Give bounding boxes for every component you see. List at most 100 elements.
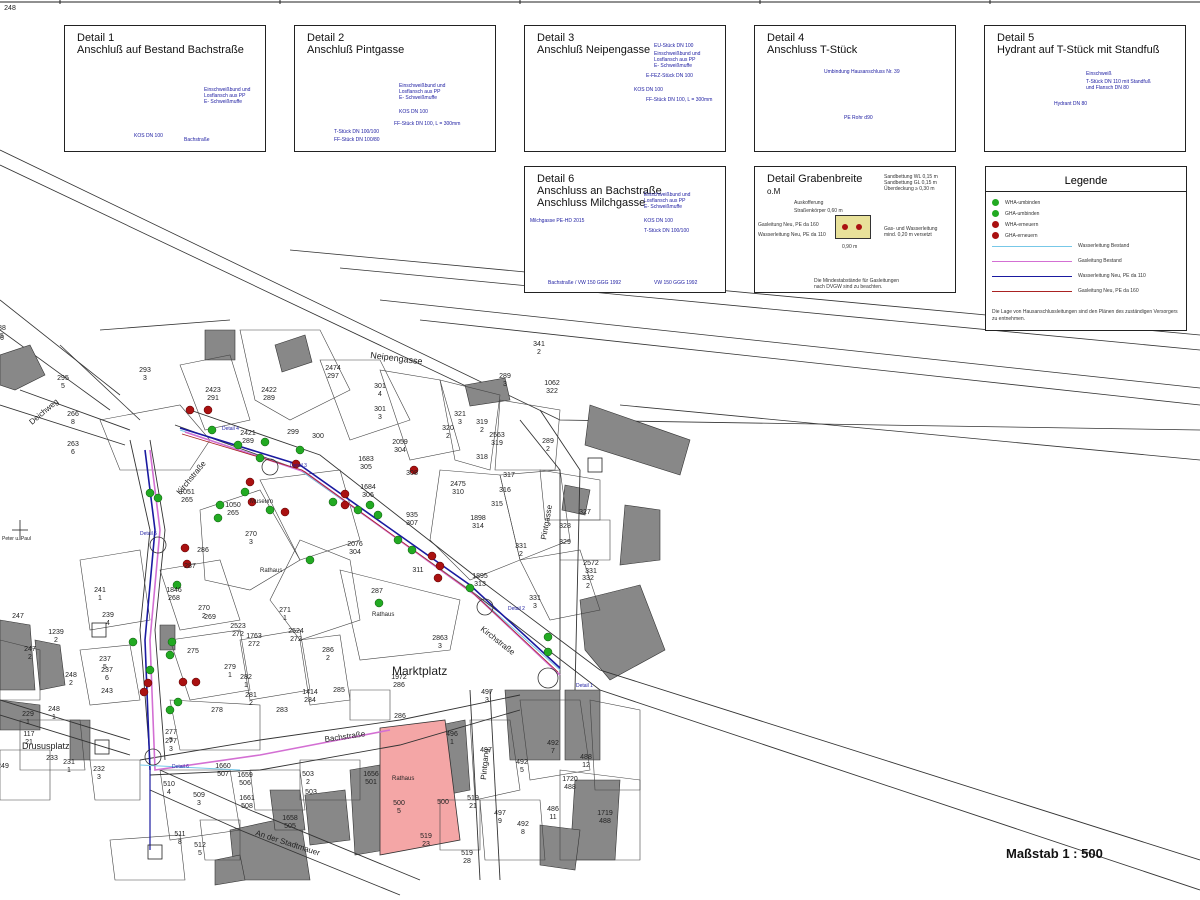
parcel-number: 488 12 <box>580 754 592 769</box>
detail-note: Bachstraße / VW 150 GGG 1992 <box>548 280 622 286</box>
parcel-number: 243 <box>101 688 113 695</box>
parcel-number: 1719 488 <box>597 810 613 825</box>
parcel-number: 1660 507 <box>215 763 231 778</box>
legend-line-label: Wasserleitung Bestand <box>1078 243 1130 249</box>
detail-1-subtitle: Anschluß auf Bestand Bachstraße <box>77 44 244 56</box>
label-rathaus-1: Rathaus <box>260 568 282 574</box>
street-label-bachstrasse: Bachstraße <box>324 729 366 744</box>
detail-marker-3[interactable]: Detail 3 <box>290 463 307 469</box>
legend-line-swatch <box>992 260 1072 262</box>
detail-note: FF-Stück DN 100/80 <box>334 137 380 143</box>
parcel-number: 282 1 <box>240 674 252 689</box>
legend-line-item: Wasserleitung Neu, PE da 110 <box>992 273 1180 279</box>
parcel-number: 1062 322 <box>544 380 560 395</box>
parcel-number: 935 307 <box>406 512 418 527</box>
parcel-number: 1683 305 <box>358 456 374 471</box>
parcel-number: 248 1 <box>48 706 60 721</box>
detail-note: mind. 0,20 m versetzt <box>884 232 932 238</box>
parcel-number: 318 <box>476 454 488 461</box>
parcel-number: 1661 508 <box>239 795 255 810</box>
detail-note: E- Schweißmuffe <box>204 99 242 105</box>
parcel-number: 239 4 <box>102 612 114 627</box>
detail-note: KOS DN 100 <box>399 109 428 115</box>
detail-note: PE Rohr d90 <box>844 115 873 121</box>
label-rathaus-2: Rathaus <box>372 612 394 618</box>
parcel-number: 287 <box>371 588 383 595</box>
parcel-number: 233 <box>46 755 58 762</box>
detail-marker-2[interactable]: Detail 2 <box>508 606 525 612</box>
detail-note: EU-Stück DN 100 <box>654 43 694 49</box>
legend-item: GHA-umbinden <box>992 210 1039 217</box>
parcel-number: 486 11 <box>547 806 559 821</box>
parcel-number: 1656 501 <box>363 771 379 786</box>
detail-note: KOS DN 100 <box>634 87 663 93</box>
detail-3-subtitle: Anschluß Neipengasse <box>537 44 651 56</box>
legend-item-label: WHA-erneuern <box>1005 221 1039 228</box>
parcel-number: 1972 286 <box>391 674 407 689</box>
label-peter-paul: Peter u. Paul <box>2 536 31 542</box>
legend-line-item: Wasserleitung Bestand <box>992 243 1180 249</box>
legend-line-item: Gasleitung Bestand <box>992 258 1180 264</box>
legend-box: Legende WHA-umbinden GHA-umbinden WHA-erne… <box>985 166 1187 331</box>
detail-note: E- Schweißmuffe <box>399 95 437 101</box>
detail-note: Auskofferung <box>794 200 824 206</box>
trench-cross-section <box>835 215 871 239</box>
parcel-number: 2422 289 <box>261 387 277 402</box>
detail-grabenbreite-subtitle: o.M <box>767 187 781 196</box>
parcel-number: 327 <box>579 509 591 516</box>
legend-title: Legende <box>1064 175 1108 187</box>
parcel-number: 275 <box>187 648 199 655</box>
detail-box-3: Detail 3 Anschluß Neipengasse <box>524 25 726 152</box>
legend-divider <box>986 191 1186 192</box>
scale-label: Maßstab 1 : 500 <box>1006 846 1103 861</box>
legend-dot-icon <box>992 199 999 206</box>
parcel-number: 497 3 <box>481 689 493 704</box>
parcel-number: 519 28 <box>461 850 473 865</box>
parcel-number: 1846 268 <box>166 587 182 602</box>
legend-item: WHA-umbinden <box>992 199 1040 206</box>
detail-note: E- Schweißmuffe <box>644 204 682 210</box>
legend-item-label: GHA-erneuern <box>1005 232 1038 239</box>
detail-note: und Flansch DN 80 <box>1086 85 1129 91</box>
detail-marker-1[interactable]: Detail 1 <box>576 683 593 689</box>
detail-marker-5[interactable]: Detail 5 <box>140 531 157 537</box>
legend-item-label: WHA-umbinden <box>1005 199 1041 206</box>
parcel-number: 503 2 <box>302 771 314 786</box>
parcel-number: 2524 272 <box>288 628 304 643</box>
legend-line-item: Gasleitung Neu, PE da 160 <box>992 288 1180 294</box>
detail-note: E- Schweißmuffe <box>654 63 692 69</box>
label-museum: Museum <box>250 499 273 505</box>
parcel-number: 286 <box>394 713 406 720</box>
detail-note: E-FEZ-Stück DN 100 <box>646 73 693 79</box>
detail-box-5: Detail 5 Hydrant auf T-Stück mit Standfu… <box>984 25 1186 152</box>
detail-marker-4[interactable]: Detail 4 <box>222 426 239 432</box>
parcel-number: 247 <box>12 613 24 620</box>
parcel-number: 263 6 <box>67 441 79 456</box>
parcel-number: 286 <box>197 547 209 554</box>
parcel-number: 2863 3 <box>432 635 448 650</box>
parcel-number: 331 3 <box>529 595 541 610</box>
parcel-number: 1684 306 <box>360 484 376 499</box>
detail-note: Bachstraße <box>184 137 210 143</box>
parcel-number: 2421 289 <box>240 430 256 445</box>
parcel-number: 511 8 <box>174 831 185 846</box>
legend-dot-icon <box>992 232 999 239</box>
parcel-number: 321 3 <box>454 411 466 426</box>
parcel-number: 500 <box>437 799 449 806</box>
legend-line-label: Gasleitung Neu, PE da 160 <box>1078 288 1139 294</box>
legend-item: WHA-erneuern <box>992 221 1038 228</box>
detail-marker-6[interactable]: Detail 6 <box>172 764 189 770</box>
parcel-number: 492 8 <box>517 821 529 836</box>
parcel-number: 2475 310 <box>450 481 466 496</box>
detail-note: T-Stück DN 100/100 <box>644 228 690 234</box>
detail-5-subtitle: Hydrant auf T-Stück mit Standfuß <box>997 44 1160 56</box>
parcel-number: 311 <box>412 567 423 574</box>
legend-line-swatch <box>992 245 1072 247</box>
parcel-number: 299 <box>287 429 299 436</box>
detail-box-2: Detail 2 Anschluß Pintgasse <box>294 25 496 152</box>
parcel-number: 1050 265 <box>225 502 241 517</box>
parcel-number: 279 1 <box>224 664 236 679</box>
detail-note: Milchgasse PE-HD 2015 <box>530 218 585 224</box>
parcel-number: 316 <box>499 487 511 494</box>
parcel-number: 248 <box>4 5 16 12</box>
